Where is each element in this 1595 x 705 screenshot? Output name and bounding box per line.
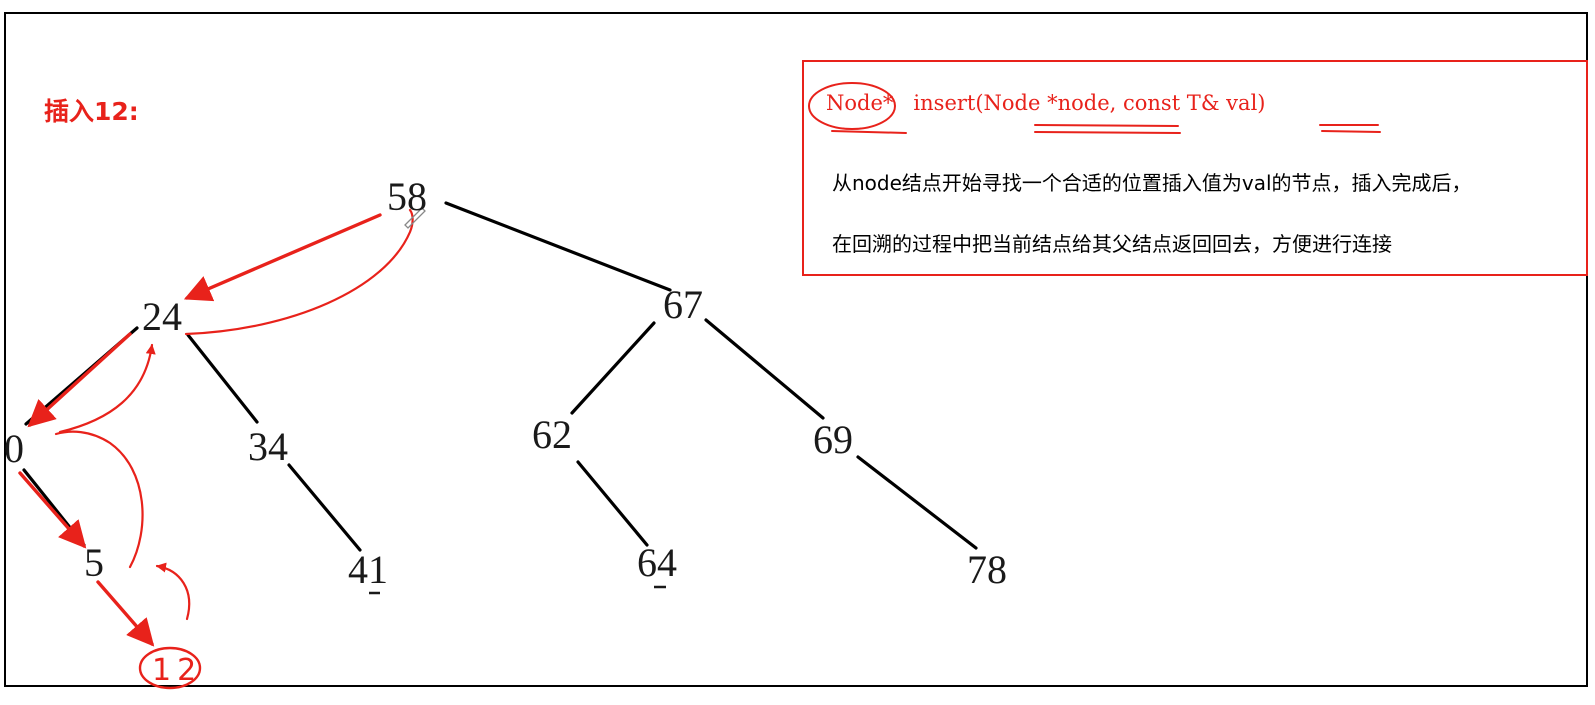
tree-node: 41 <box>348 547 388 592</box>
tree-node: 67 <box>663 282 703 327</box>
tree-nodes: 58 24 67 0 34 62 69 5 41 64 78 <box>4 174 1007 592</box>
underline-node-param <box>1034 124 1179 127</box>
edge-67-62 <box>570 321 656 415</box>
tree-node: 34 <box>248 424 288 469</box>
underline-node-param-2 <box>1034 131 1181 134</box>
tree-diagram: 58 24 67 0 34 62 69 5 41 64 78 12 <box>4 82 1381 690</box>
tree-node: 62 <box>532 412 572 457</box>
backtrack-12-to-5 <box>155 562 191 621</box>
underline-node-star <box>831 130 907 134</box>
arrow-58-to-24 <box>183 213 382 302</box>
tree-node: 5 <box>84 540 104 585</box>
arrow-24-to-0 <box>27 332 132 428</box>
edge-24-34 <box>186 333 259 424</box>
tree-node: 78 <box>967 547 1007 592</box>
signature-annotations <box>808 82 1381 134</box>
edge-62-64 <box>576 460 649 547</box>
tree-edges <box>22 201 978 552</box>
edge-69-78 <box>856 455 978 550</box>
tree-node: 64 <box>637 540 677 585</box>
tree-node: 24 <box>142 294 182 339</box>
edge-34-41 <box>287 463 362 552</box>
insert-path-arrows <box>18 213 382 647</box>
edge-58-67 <box>444 201 672 292</box>
return-type-circle <box>808 82 896 130</box>
digit-underlines <box>369 585 666 595</box>
tree-node: 58 <box>387 174 427 219</box>
inserted-node-label: 12 <box>152 653 202 688</box>
tree-node: 69 <box>813 417 853 462</box>
arrow-0-to-5 <box>18 471 87 549</box>
backtrack-24-to-58 <box>184 208 414 336</box>
underline-val-2 <box>1321 130 1381 133</box>
tree-node: 0 <box>4 426 24 471</box>
edge-67-69 <box>704 318 825 420</box>
arrow-5-to-12 <box>96 580 155 647</box>
